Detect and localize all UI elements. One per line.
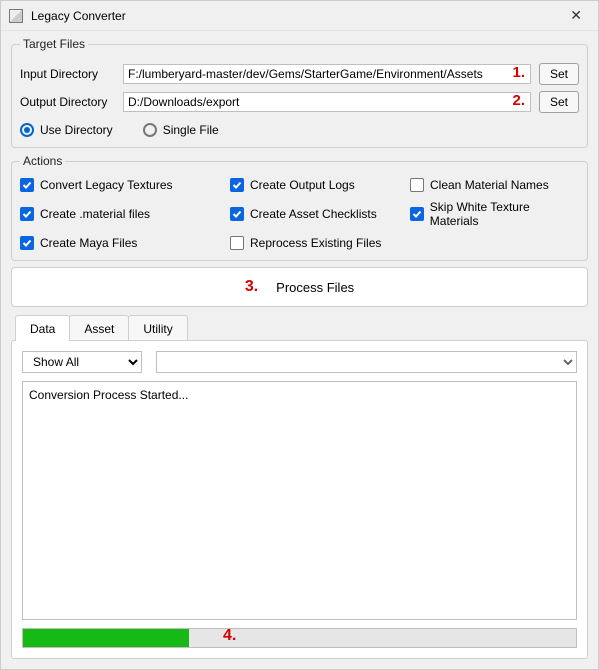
- action-checkbox[interactable]: Convert Legacy Textures: [20, 178, 230, 192]
- tab-utility[interactable]: Utility: [128, 315, 187, 341]
- action-label: Convert Legacy Textures: [40, 178, 173, 192]
- content-area: Target Files Input Directory 1. Set Outp…: [1, 31, 598, 669]
- filter-select[interactable]: Show All: [22, 351, 142, 373]
- checkbox-checked-icon: [230, 178, 244, 192]
- action-label: Reprocess Existing Files: [250, 236, 381, 250]
- log-area[interactable]: Conversion Process Started...: [22, 381, 577, 620]
- action-checkbox[interactable]: Create Maya Files: [20, 236, 230, 250]
- output-dir-row: Output Directory 2. Set: [20, 91, 579, 113]
- annotation-3: 3.: [245, 278, 258, 296]
- action-label: Create .material files: [40, 207, 150, 221]
- checkbox-checked-icon: [410, 207, 424, 221]
- mode-single-file[interactable]: Single File: [143, 123, 219, 137]
- checkbox-icon: [410, 178, 424, 192]
- output-dir-field[interactable]: [123, 92, 531, 112]
- tab-body: Show All Conversion Process Started... 4…: [11, 340, 588, 659]
- filter-row: Show All: [22, 351, 577, 373]
- mode-radio-row: Use Directory Single File: [20, 123, 579, 137]
- input-dir-label: Input Directory: [20, 67, 115, 81]
- app-window: Legacy Converter ✕ Target Files Input Di…: [0, 0, 599, 670]
- action-checkbox[interactable]: Create .material files: [20, 200, 230, 228]
- log-text: Conversion Process Started...: [29, 388, 188, 402]
- window-title: Legacy Converter: [31, 9, 562, 23]
- tab-data[interactable]: Data: [15, 315, 70, 341]
- input-dir-set-button[interactable]: Set: [539, 63, 579, 85]
- action-checkbox[interactable]: Skip White Texture Materials: [410, 200, 579, 228]
- actions-legend: Actions: [20, 154, 65, 168]
- checkbox-icon: [230, 236, 244, 250]
- tab-asset[interactable]: Asset: [69, 315, 129, 341]
- checkbox-checked-icon: [20, 178, 34, 192]
- radio-icon: [20, 123, 34, 137]
- action-checkbox[interactable]: Reprocess Existing Files: [230, 236, 410, 250]
- radio-icon: [143, 123, 157, 137]
- input-dir-row: Input Directory 1. Set: [20, 63, 579, 85]
- output-dir-set-button[interactable]: Set: [539, 91, 579, 113]
- checkbox-checked-icon: [230, 207, 244, 221]
- title-bar: Legacy Converter ✕: [1, 1, 598, 31]
- action-label: Clean Material Names: [430, 178, 549, 192]
- progress-fill: [23, 629, 189, 647]
- actions-group: Actions Convert Legacy Textures Create Ou…: [11, 154, 588, 261]
- process-files-button[interactable]: 3. Process Files: [11, 267, 588, 307]
- progress-bar: 4.: [22, 628, 577, 648]
- close-icon[interactable]: ✕: [562, 7, 590, 24]
- output-dir-label: Output Directory: [20, 95, 115, 109]
- input-dir-field[interactable]: [123, 64, 531, 84]
- target-files-legend: Target Files: [20, 37, 88, 51]
- results-panel: DataAssetUtility Show All Conversion Pro…: [11, 315, 588, 659]
- checkbox-checked-icon: [20, 236, 34, 250]
- checkbox-checked-icon: [20, 207, 34, 221]
- mode-single-file-label: Single File: [163, 123, 219, 137]
- action-checkbox[interactable]: Create Asset Checklists: [230, 200, 410, 228]
- mode-use-directory-label: Use Directory: [40, 123, 113, 137]
- tabs-row: DataAssetUtility: [11, 315, 588, 341]
- action-label: Create Output Logs: [250, 178, 355, 192]
- action-label: Skip White Texture Materials: [430, 200, 579, 228]
- secondary-select[interactable]: [156, 351, 577, 373]
- action-checkbox[interactable]: Clean Material Names: [410, 178, 579, 192]
- app-icon: [9, 9, 23, 23]
- action-checkbox[interactable]: Create Output Logs: [230, 178, 410, 192]
- action-label: Create Maya Files: [40, 236, 137, 250]
- process-files-label: Process Files: [276, 280, 354, 295]
- target-files-group: Target Files Input Directory 1. Set Outp…: [11, 37, 588, 148]
- action-label: Create Asset Checklists: [250, 207, 377, 221]
- mode-use-directory[interactable]: Use Directory: [20, 123, 113, 137]
- annotation-4: 4.: [223, 627, 236, 645]
